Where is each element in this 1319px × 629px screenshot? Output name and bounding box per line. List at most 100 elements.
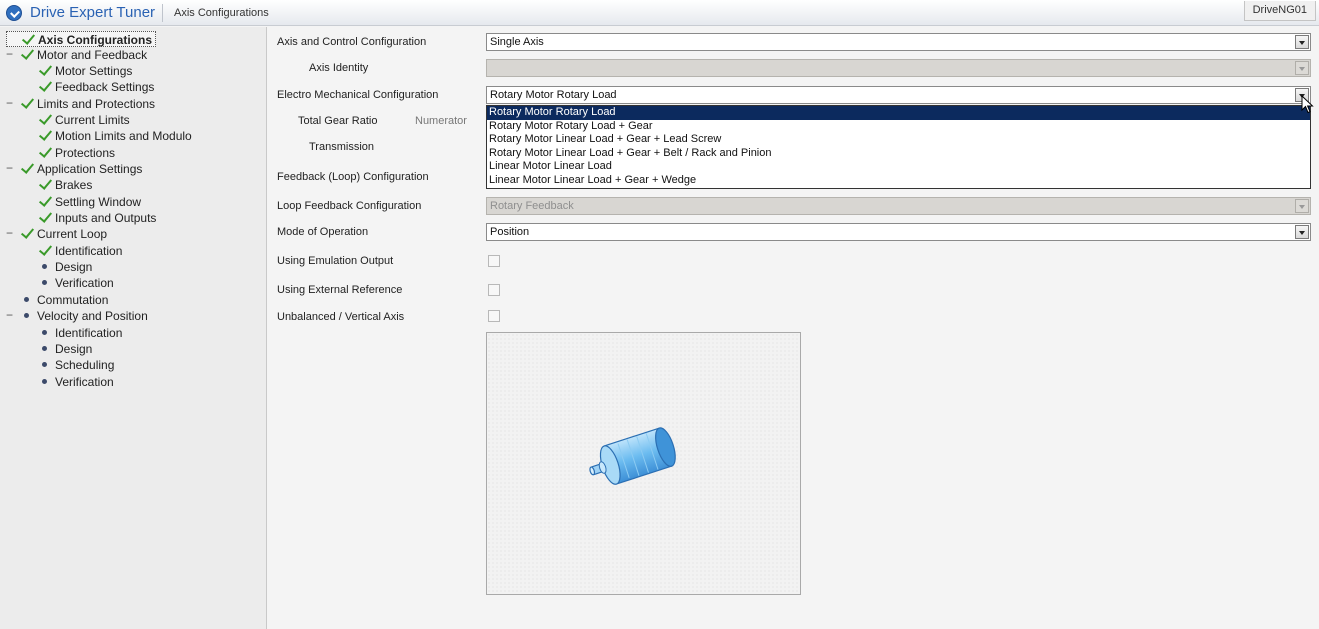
tree-item-current-verification[interactable]: Verification — [38, 275, 114, 291]
chevron-down-icon — [1295, 61, 1309, 75]
tree-item-velocity-identification[interactable]: Identification — [38, 325, 122, 341]
drive-name-tab[interactable]: DriveNG01 — [1243, 1, 1316, 21]
chevron-down-icon — [1295, 199, 1309, 213]
tree-item-current-loop[interactable]: − Current Loop — [6, 226, 107, 242]
checkmark-icon — [38, 112, 52, 126]
unbalanced-axis-checkbox[interactable] — [488, 310, 500, 322]
axis-control-value: Single Axis — [490, 36, 544, 48]
dropdown-option[interactable]: Linear Motor Linear Load — [487, 160, 1310, 174]
electro-mech-select[interactable]: Rotary Motor Rotary Load — [486, 86, 1311, 104]
tree-item-motor-settings[interactable]: Motor Settings — [38, 63, 132, 79]
breadcrumb: Axis Configurations — [174, 7, 269, 19]
tree-item-label: Settling Window — [55, 195, 142, 209]
tree-item-label: Inputs and Outputs — [55, 211, 157, 225]
tree-item-label: Motor Settings — [55, 64, 133, 78]
navigation-tree: Axis Configurations − Motor and Feedback… — [0, 27, 267, 629]
tree-item-feedback-settings[interactable]: Feedback Settings — [38, 79, 154, 95]
bullet-dot-icon — [38, 341, 52, 355]
external-reference-label: Using External Reference — [277, 284, 403, 296]
emulation-output-checkbox[interactable] — [488, 255, 500, 267]
collapse-toggle-icon[interactable]: − — [6, 47, 14, 63]
collapse-toggle-icon[interactable]: − — [6, 226, 14, 242]
tree-item-label: Verification — [55, 375, 114, 389]
electro-mech-label: Electro Mechanical Configuration — [277, 89, 439, 101]
mouse-pointer-icon — [1301, 95, 1314, 114]
axis-control-select[interactable]: Single Axis — [486, 33, 1311, 51]
electro-mech-dropdown-list: Rotary Motor Rotary Load Rotary Motor Ro… — [486, 105, 1311, 189]
checkmark-icon — [21, 32, 35, 46]
tree-item-label: Limits and Protections — [37, 97, 156, 111]
dropdown-option[interactable]: Rotary Motor Linear Load + Gear + Belt /… — [487, 147, 1310, 161]
tree-item-motor-and-feedback[interactable]: − Motor and Feedback — [6, 47, 147, 63]
checkmark-icon — [20, 96, 34, 110]
tree-item-label: Design — [55, 342, 93, 356]
bullet-dot-icon — [38, 325, 52, 339]
app-header: Drive Expert Tuner Axis Configurations D… — [0, 0, 1319, 26]
tree-item-velocity-design[interactable]: Design — [38, 341, 92, 357]
chevron-down-icon[interactable] — [1295, 35, 1309, 49]
tree-item-settling-window[interactable]: Settling Window — [38, 194, 141, 210]
tree-item-velocity-and-position[interactable]: − Velocity and Position — [6, 308, 148, 324]
app-title: Drive Expert Tuner — [30, 4, 156, 21]
tree-item-label: Motion Limits and Modulo — [55, 129, 192, 143]
numerator-label: Numerator — [415, 115, 467, 127]
tree-item-commutation[interactable]: Commutation — [6, 292, 108, 308]
tree-item-label: Velocity and Position — [37, 309, 148, 323]
dropdown-option[interactable]: Linear Motor Linear Load + Gear + Wedge — [487, 174, 1310, 188]
axis-configuration-form: Axis and Control Configuration Single Ax… — [268, 27, 1319, 629]
axis-control-label: Axis and Control Configuration — [277, 36, 427, 48]
tree-item-label: Axis Configurations — [38, 33, 153, 47]
bullet-dot-icon — [38, 259, 52, 273]
tree-item-label: Protections — [55, 146, 116, 160]
dropdown-option[interactable]: Rotary Motor Rotary Load + Gear — [487, 120, 1310, 134]
tree-item-application-settings[interactable]: − Application Settings — [6, 161, 142, 177]
dropdown-option[interactable]: Rotary Motor Rotary Load — [487, 106, 1310, 120]
loop-feedback-select: Rotary Feedback — [486, 197, 1311, 215]
tree-item-label: Identification — [55, 244, 123, 258]
checkmark-icon — [20, 161, 34, 175]
tree-item-axis-configurations[interactable]: Axis Configurations — [6, 31, 157, 47]
collapse-toggle-icon[interactable]: − — [6, 161, 14, 177]
tree-item-label: Scheduling — [55, 358, 115, 372]
rotary-motor-icon — [589, 427, 676, 485]
collapse-toggle-icon[interactable]: − — [6, 308, 14, 324]
bullet-dot-icon — [38, 374, 52, 388]
bullet-dot-icon — [38, 275, 52, 289]
checkmark-icon — [20, 47, 34, 61]
tree-item-label: Feedback Settings — [55, 80, 155, 94]
title-divider — [162, 4, 163, 22]
tree-item-label: Current Loop — [37, 227, 108, 241]
tree-item-label: Application Settings — [37, 162, 143, 176]
external-reference-checkbox[interactable] — [488, 284, 500, 296]
dropdown-option[interactable]: Rotary Motor Linear Load + Gear + Lead S… — [487, 133, 1310, 147]
tree-item-motion-limits-and-modulo[interactable]: Motion Limits and Modulo — [38, 128, 192, 144]
tree-item-current-design[interactable]: Design — [38, 259, 92, 275]
tree-item-protections[interactable]: Protections — [38, 145, 115, 161]
tree-item-velocity-scheduling[interactable]: Scheduling — [38, 357, 114, 373]
total-gear-ratio-label: Total Gear Ratio — [298, 115, 378, 127]
electro-mech-value: Rotary Motor Rotary Load — [490, 89, 617, 101]
tree-item-limits-and-protections[interactable]: − Limits and Protections — [6, 96, 155, 112]
mode-of-operation-select[interactable]: Position — [486, 223, 1311, 241]
tree-item-label: Commutation — [37, 293, 109, 307]
checkmark-icon — [38, 145, 52, 159]
collapse-toggle-icon[interactable]: − — [6, 96, 14, 112]
tree-item-label: Motor and Feedback — [37, 48, 148, 62]
app-logo-icon[interactable] — [6, 5, 22, 21]
tree-item-current-limits[interactable]: Current Limits — [38, 112, 130, 128]
checkmark-icon — [20, 226, 34, 240]
checkmark-icon — [38, 177, 52, 191]
tree-item-label: Verification — [55, 276, 114, 290]
bullet-dot-icon — [20, 308, 34, 322]
loop-feedback-label: Loop Feedback Configuration — [277, 200, 422, 212]
checkmark-icon — [38, 243, 52, 257]
tree-item-label: Brakes — [55, 178, 93, 192]
loop-feedback-value: Rotary Feedback — [490, 200, 574, 212]
tree-item-velocity-verification[interactable]: Verification — [38, 374, 114, 390]
emulation-output-label: Using Emulation Output — [277, 255, 394, 267]
unbalanced-axis-label: Unbalanced / Vertical Axis — [277, 311, 405, 323]
chevron-down-icon[interactable] — [1295, 225, 1309, 239]
tree-item-current-identification[interactable]: Identification — [38, 243, 122, 259]
tree-item-brakes[interactable]: Brakes — [38, 177, 92, 193]
tree-item-inputs-and-outputs[interactable]: Inputs and Outputs — [38, 210, 156, 226]
